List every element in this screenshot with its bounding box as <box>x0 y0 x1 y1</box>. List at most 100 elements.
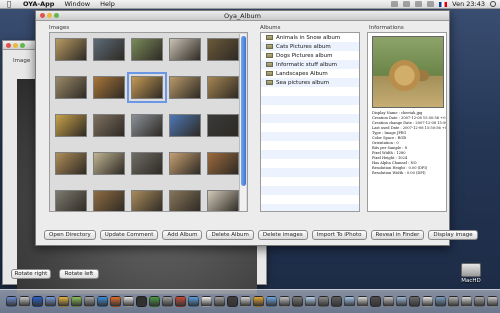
album-item[interactable]: Animals in Snow album <box>261 33 359 42</box>
image-thumbnail[interactable] <box>55 190 87 211</box>
image-thumbnail[interactable] <box>131 114 163 137</box>
dock-app-icon[interactable] <box>279 296 290 307</box>
image-thumbnail[interactable] <box>207 190 239 211</box>
rotate-left-button[interactable]: Rotate left <box>59 269 99 279</box>
image-thumbnail[interactable] <box>93 76 125 99</box>
dock-app-icon[interactable] <box>71 296 82 307</box>
dock-app-icon[interactable] <box>292 296 303 307</box>
dock-app-icon[interactable] <box>188 296 199 307</box>
dock-app-icon[interactable] <box>318 296 329 307</box>
menu-window[interactable]: Window <box>59 0 95 8</box>
album-item[interactable]: Dogs Pictures album <box>261 51 359 60</box>
dock-app-icon[interactable] <box>214 296 225 307</box>
album-icon <box>266 44 273 49</box>
dock-app-icon[interactable] <box>487 296 498 307</box>
open-directory-button[interactable]: Open Directory <box>44 230 96 240</box>
image-thumbnail[interactable] <box>55 114 87 137</box>
bluetooth-icon[interactable] <box>403 1 411 7</box>
apple-menu-icon[interactable]:  <box>0 0 18 8</box>
dock-app-icon[interactable] <box>32 296 43 307</box>
dock-app-icon[interactable] <box>331 296 342 307</box>
album-item[interactable]: Informatic stuff album <box>261 60 359 69</box>
image-thumbnail[interactable] <box>131 152 163 175</box>
menu-help[interactable]: Help <box>95 0 120 8</box>
dock-app-icon[interactable] <box>448 296 459 307</box>
dock-app-icon[interactable] <box>422 296 433 307</box>
dock-app-icon[interactable] <box>461 296 472 307</box>
timemachine-icon[interactable] <box>391 1 399 7</box>
dock-app-icon[interactable] <box>396 296 407 307</box>
image-thumbnail[interactable] <box>207 114 239 137</box>
album-list[interactable]: Animals in Snow album Cats Pictures albu… <box>260 32 360 212</box>
update-comment-button[interactable]: Update Comment <box>99 230 159 240</box>
image-thumbnail[interactable] <box>169 76 201 99</box>
menu-app[interactable]: OYA-App <box>18 0 59 8</box>
oya-album-window: Oya_Album Images Albums Informations Ani… <box>35 10 478 246</box>
dock-app-icon[interactable] <box>162 296 173 307</box>
close-icon[interactable] <box>6 42 11 48</box>
add-album-button[interactable]: Add Album <box>162 230 203 240</box>
dock-app-icon[interactable] <box>123 296 134 307</box>
delete-album-button[interactable]: Delete Album <box>206 230 254 240</box>
dock-app-icon[interactable] <box>474 296 485 307</box>
menubar-clock[interactable]: Ven 23:43 <box>452 0 485 8</box>
delete-images-button[interactable]: Delete images <box>257 230 308 240</box>
image-thumbnail[interactable] <box>93 38 125 61</box>
minimize-icon[interactable] <box>13 42 18 48</box>
dock-app-icon[interactable] <box>58 296 69 307</box>
image-thumbnail[interactable] <box>169 190 201 211</box>
image-thumbnail[interactable] <box>93 114 125 137</box>
image-thumbnail[interactable] <box>131 38 163 61</box>
input-flag-icon[interactable] <box>439 1 448 7</box>
dock-app-icon[interactable] <box>266 296 277 307</box>
dock-app-icon[interactable] <box>201 296 212 307</box>
dock-app-icon[interactable] <box>45 296 56 307</box>
volume-icon[interactable] <box>427 1 435 7</box>
image-grid[interactable] <box>49 32 248 212</box>
image-thumbnail[interactable] <box>55 76 87 99</box>
album-item[interactable]: Cats Pictures album <box>261 42 359 51</box>
image-thumbnail[interactable] <box>131 190 163 211</box>
dock-app-icon[interactable] <box>19 296 30 307</box>
image-thumbnail[interactable] <box>127 72 167 103</box>
dock-app-icon[interactable] <box>357 296 368 307</box>
image-thumbnail[interactable] <box>207 76 239 99</box>
image-thumbnail[interactable] <box>55 38 87 61</box>
image-thumbnail[interactable] <box>169 114 201 137</box>
spotlight-icon[interactable] <box>490 1 496 7</box>
dock-app-icon[interactable] <box>6 296 17 307</box>
album-item[interactable]: Landscapes Album <box>261 69 359 78</box>
zoom-icon[interactable] <box>20 42 25 48</box>
wifi-icon[interactable] <box>415 1 423 7</box>
image-grid-scrollbar[interactable] <box>239 34 246 211</box>
image-thumbnail[interactable] <box>169 38 201 61</box>
dock-app-icon[interactable] <box>110 296 121 307</box>
image-thumbnail[interactable] <box>207 38 239 61</box>
scrollbar-knob[interactable] <box>241 36 246 186</box>
dock-app-icon[interactable] <box>149 296 160 307</box>
dock-app-icon[interactable] <box>409 296 420 307</box>
album-item[interactable]: Sea pictures album <box>261 78 359 87</box>
image-thumbnail[interactable] <box>93 152 125 175</box>
dock-app-icon[interactable] <box>136 296 147 307</box>
dock-app-icon[interactable] <box>253 296 264 307</box>
dock-app-icon[interactable] <box>435 296 446 307</box>
dock-app-icon[interactable] <box>305 296 316 307</box>
display-image-button[interactable]: Display image <box>428 230 478 240</box>
import-to-iphoto-button[interactable]: Import To iPhoto <box>311 230 367 240</box>
dock-app-icon[interactable] <box>370 296 381 307</box>
dock-app-icon[interactable] <box>240 296 251 307</box>
reveal-in-finder-button[interactable]: Reveal in Finder <box>370 230 425 240</box>
dock-app-icon[interactable] <box>84 296 95 307</box>
image-thumbnail[interactable] <box>169 152 201 175</box>
machd-desktop-icon[interactable]: MacHD <box>460 263 482 284</box>
image-thumbnail[interactable] <box>207 152 239 175</box>
dock-app-icon[interactable] <box>97 296 108 307</box>
dock-app-icon[interactable] <box>227 296 238 307</box>
image-thumbnail[interactable] <box>55 152 87 175</box>
dock-app-icon[interactable] <box>344 296 355 307</box>
image-thumbnail[interactable] <box>93 190 125 211</box>
dock-app-icon[interactable] <box>175 296 186 307</box>
rotate-right-button[interactable]: Rotate right <box>11 269 51 279</box>
dock-app-icon[interactable] <box>383 296 394 307</box>
